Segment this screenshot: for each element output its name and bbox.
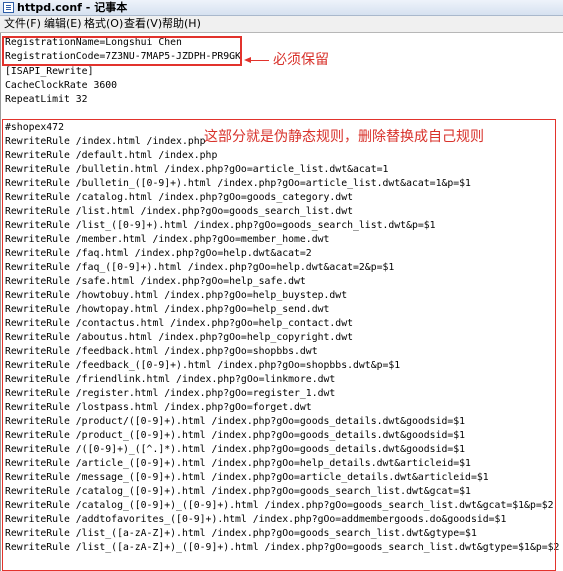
text-line: CacheClockRate 3600 — [5, 80, 118, 91]
menu-view[interactable]: 查看(V) — [124, 17, 162, 31]
title-bar: httpd.conf - 记事本 — [0, 0, 563, 16]
menu-help[interactable]: 帮助(H) — [162, 17, 201, 31]
registration-highlight-box — [2, 36, 242, 66]
notepad-icon — [3, 2, 14, 13]
arrow-shaft — [250, 60, 269, 61]
window-title: httpd.conf - 记事本 — [17, 1, 128, 14]
rewrite-rules-highlight-box — [2, 119, 556, 571]
rules-annotation: 这部分就是伪静态规则，删除替换成自己规则 — [204, 129, 484, 145]
menu-file[interactable]: 文件(F) — [4, 17, 41, 31]
text-line: RepeatLimit 32 — [5, 94, 88, 105]
menu-format[interactable]: 格式(O) — [84, 17, 123, 31]
menu-edit[interactable]: 编辑(E) — [44, 17, 82, 31]
menu-bar: 文件(F) 编辑(E) 格式(O) 查看(V) 帮助(H) — [0, 16, 563, 33]
text-line: [ISAPI_Rewrite] — [5, 66, 94, 77]
keep-annotation: 必须保留 — [273, 52, 329, 68]
text-editor-area[interactable]: RegistrationName=Longshui Chen Registrati… — [0, 33, 563, 571]
